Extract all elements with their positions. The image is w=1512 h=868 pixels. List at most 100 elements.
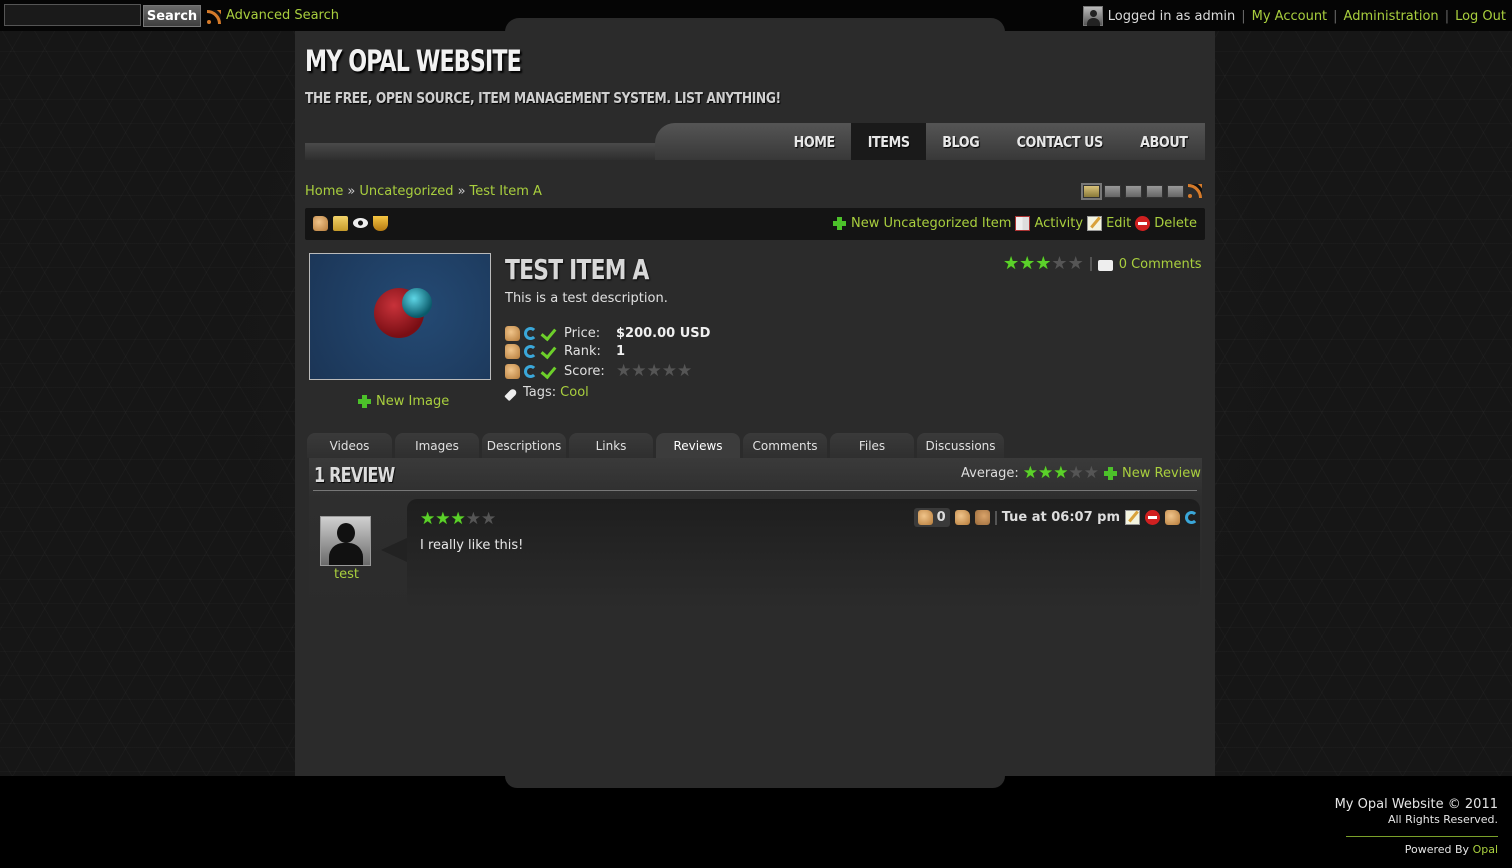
avatar[interactable]: [320, 516, 371, 566]
tab-videos[interactable]: Videos: [307, 433, 392, 458]
thumbs-up-icon[interactable]: [505, 326, 520, 341]
log-out-link[interactable]: Log Out: [1455, 9, 1506, 24]
star-icon[interactable]: ★: [677, 362, 692, 380]
item-rating: ★ ★ ★ ★ ★ 0 Comments: [1003, 255, 1202, 273]
activity-link[interactable]: Activity: [1034, 216, 1083, 231]
check-icon[interactable]: [541, 344, 556, 359]
refresh-icon[interactable]: [1185, 511, 1198, 524]
my-account-link[interactable]: My Account: [1252, 9, 1328, 24]
refresh-icon[interactable]: [524, 364, 537, 378]
item-image[interactable]: [309, 253, 491, 380]
tab-comments[interactable]: Comments: [743, 433, 827, 458]
advanced-search-link[interactable]: Advanced Search: [226, 8, 339, 23]
star-icon: ★: [1053, 463, 1069, 483]
star-icon[interactable]: ★: [1051, 255, 1067, 273]
view-compact-icon[interactable]: [1146, 184, 1163, 198]
rank-value: 1: [616, 344, 626, 359]
star-icon[interactable]: ★: [631, 362, 646, 380]
breadcrumb-home[interactable]: Home: [305, 184, 343, 199]
field-price: Price: $200.00 USD: [505, 326, 710, 341]
tab-discussions[interactable]: Discussions: [917, 433, 1004, 458]
check-icon[interactable]: [541, 364, 556, 379]
vote-down-icon[interactable]: [974, 510, 990, 525]
star-icon[interactable]: ★: [1019, 255, 1035, 273]
thumbs-up-icon[interactable]: [505, 344, 520, 359]
delete-icon[interactable]: [1145, 510, 1160, 525]
footer-title: My Opal Website © 2011: [1334, 797, 1498, 812]
search-button[interactable]: Search: [143, 5, 201, 27]
thumbs-up-icon[interactable]: [1165, 510, 1180, 525]
nav-items[interactable]: ITEMS: [851, 123, 927, 160]
review-stars: ★ ★ ★ ★ ★: [420, 510, 496, 528]
rating-stars[interactable]: ★ ★ ★ ★ ★: [1003, 255, 1084, 273]
new-review-link[interactable]: New Review: [1122, 466, 1201, 481]
tab-reviews[interactable]: Reviews: [656, 433, 740, 458]
breadcrumb-category[interactable]: Uncategorized: [359, 184, 453, 199]
tab-files[interactable]: Files: [830, 433, 914, 458]
nav-about[interactable]: ABOUT: [1123, 123, 1205, 160]
star-icon: ★: [1022, 463, 1039, 483]
view-table-icon[interactable]: [1167, 184, 1184, 198]
item-title: TEST ITEM A: [505, 253, 649, 286]
star-icon[interactable]: ★: [1068, 255, 1084, 273]
footer-text: My Opal Website © 2011 All Rights Reserv…: [1335, 797, 1498, 856]
star-icon: ★: [1038, 463, 1054, 483]
vote-up-icon[interactable]: [954, 510, 970, 525]
new-image-link[interactable]: New Image: [376, 394, 449, 409]
reviewer-name-link[interactable]: test: [334, 567, 359, 582]
separator: |: [1241, 8, 1246, 24]
comments-link[interactable]: 0 Comments: [1119, 257, 1202, 272]
refresh-icon[interactable]: [524, 345, 537, 358]
edit-link[interactable]: Edit: [1106, 216, 1131, 231]
separator: |: [1333, 8, 1338, 24]
star-icon[interactable]: ★: [662, 362, 677, 380]
check-icon[interactable]: [541, 326, 556, 341]
breadcrumb-current[interactable]: Test Item A: [470, 184, 542, 199]
eye-icon[interactable]: [353, 218, 368, 228]
field-rank: Rank: 1: [505, 344, 625, 359]
thumbs-up-icon: [917, 510, 933, 525]
opal-link[interactable]: Opal: [1473, 843, 1498, 856]
edit-icon: [1087, 216, 1103, 231]
view-detail-icon[interactable]: [1081, 182, 1102, 200]
score-label: Score:: [564, 363, 605, 379]
new-item-link[interactable]: New Uncategorized Item: [851, 216, 1011, 231]
score-stars[interactable]: ★ ★ ★ ★ ★: [616, 362, 692, 380]
divider: [313, 490, 1197, 491]
tab-images[interactable]: Images: [395, 433, 479, 458]
unlock-icon[interactable]: [333, 216, 348, 231]
trophy-icon[interactable]: [373, 216, 388, 231]
rss-icon[interactable]: [207, 10, 221, 24]
administration-link[interactable]: Administration: [1344, 9, 1439, 24]
tab-descriptions[interactable]: Descriptions: [482, 433, 566, 458]
nav-blog[interactable]: BLOG: [926, 123, 996, 160]
tag-link[interactable]: Cool: [560, 385, 589, 400]
review-date: Tue at 06:07 pm: [1001, 510, 1120, 525]
powered-by: Powered By Opal: [1335, 843, 1498, 856]
star-icon[interactable]: ★: [1035, 255, 1051, 273]
nav-home[interactable]: HOME: [777, 123, 851, 160]
tab-links[interactable]: Links: [569, 433, 653, 458]
delete-link[interactable]: Delete: [1154, 216, 1197, 231]
vote-count-value: 0: [936, 510, 946, 525]
new-image-action: New Image: [357, 394, 449, 409]
thumbs-up-icon[interactable]: [505, 363, 520, 379]
divider: [1346, 836, 1498, 837]
thumbs-up-icon[interactable]: [313, 216, 328, 231]
site-title[interactable]: MY OPAL WEBSITE: [305, 44, 522, 78]
edit-icon[interactable]: [1125, 510, 1140, 525]
plus-icon: [832, 216, 847, 231]
view-list-icon[interactable]: [1125, 184, 1142, 198]
star-icon: ★: [465, 509, 481, 529]
rss-icon[interactable]: [1188, 184, 1202, 198]
star-icon[interactable]: ★: [1003, 255, 1019, 273]
refresh-icon[interactable]: [524, 327, 537, 340]
average-stars: ★ ★ ★ ★ ★: [1023, 464, 1099, 482]
search-input[interactable]: [4, 4, 141, 26]
view-gallery-icon[interactable]: [1104, 184, 1121, 198]
price-label: Price:: [564, 326, 601, 341]
field-tags: Tags: Cool: [504, 385, 589, 402]
star-icon[interactable]: ★: [647, 362, 662, 380]
nav-contact-us[interactable]: CONTACT US: [996, 123, 1123, 160]
star-icon[interactable]: ★: [616, 362, 631, 380]
